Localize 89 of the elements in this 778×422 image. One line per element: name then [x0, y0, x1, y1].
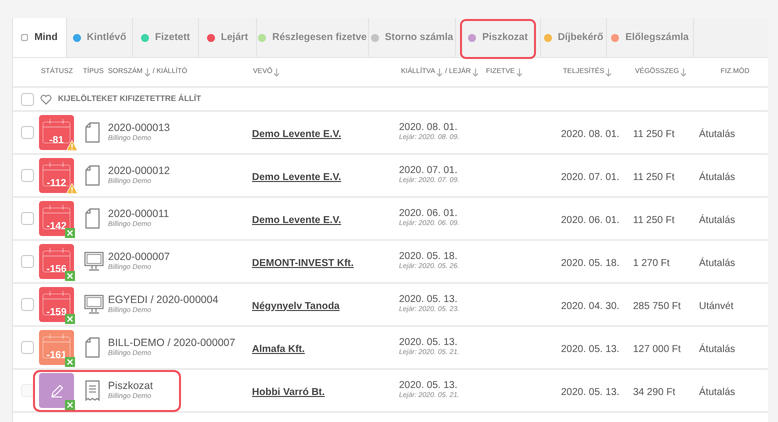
spreadsheet-icon	[65, 228, 75, 238]
calendar-icon	[42, 204, 71, 230]
tab[interactable]: Mind	[13, 18, 67, 57]
payment-method: Átutalás	[699, 172, 736, 182]
sort-arrow-icon	[273, 68, 280, 76]
total-amount: 11 250 Ft	[633, 128, 675, 140]
payment-method: Átutalás	[699, 214, 736, 226]
issue-date: 2020. 05. 13.	[399, 380, 458, 392]
issue-date: 2020. 05. 13.	[399, 336, 458, 348]
payment-method: Átutalás	[699, 258, 736, 268]
invoice-number: 2020-000012	[108, 164, 171, 178]
sort-arrow-icon	[680, 68, 687, 76]
spreadsheet-icon	[65, 400, 75, 410]
fulfillment-date: 2020. 04. 30.	[561, 300, 620, 312]
checkbox[interactable]	[20, 298, 34, 311]
tab[interactable]: Piszkozat	[456, 18, 541, 57]
buyer-link[interactable]: Demo Levente E.V.	[252, 172, 342, 182]
checkbox[interactable]	[20, 341, 34, 354]
total-amount: 285 750 Ft	[633, 300, 681, 312]
fulfillment-date: 2020. 05. 13.	[561, 386, 620, 398]
calendar-icon	[42, 118, 71, 144]
buyer-link[interactable]: Almafa Kft.	[252, 344, 305, 354]
checkbox[interactable]	[20, 169, 34, 182]
days-overdue: -81	[49, 134, 64, 148]
checkbox-icon	[21, 34, 28, 41]
buyer-link[interactable]: Demo Levente E.V.	[252, 214, 342, 226]
warning-icon	[66, 140, 78, 151]
sort-arrow-icon	[472, 68, 479, 76]
invoice-number: BILL-DEMO / 2020-000007	[108, 336, 236, 350]
tab[interactable]: Díjbekérő	[541, 18, 607, 57]
issue-date: 2020. 08. 01.	[399, 122, 458, 134]
payment-method: Utánvét	[699, 300, 734, 312]
tab[interactable]: Előlegszámla	[607, 18, 694, 57]
checkbox[interactable]	[21, 92, 34, 106]
fulfillment-date: 2020. 05. 18.	[561, 258, 620, 268]
tab[interactable]: Fizetett	[133, 18, 199, 57]
issue-date: 2020. 05. 13.	[399, 294, 458, 306]
days-overdue: -142	[46, 220, 66, 234]
total-amount: 1 270 Ft	[633, 258, 670, 268]
calendar-icon	[42, 161, 71, 187]
days-overdue: -159	[46, 306, 66, 320]
tab[interactable]: Részlegesen fizetve	[257, 18, 369, 57]
spreadsheet-icon	[65, 314, 75, 324]
issue-date: 2020. 05. 18.	[399, 250, 458, 262]
calendar-icon	[42, 333, 71, 359]
invoice-number: 2020-000013	[108, 122, 171, 134]
checkbox[interactable]	[20, 212, 34, 225]
buyer-link[interactable]: DEMONT-INVEST Kft.	[252, 258, 354, 268]
days-overdue: -156	[46, 263, 66, 277]
invoice-number: Piszkozat	[108, 380, 154, 392]
spreadsheet-icon	[65, 271, 75, 281]
tab[interactable]: Lejárt	[199, 18, 257, 57]
invoice-number: 2020-000007	[108, 250, 171, 264]
heart-icon	[40, 94, 52, 104]
total-amount: 11 250 Ft	[633, 214, 675, 226]
fulfillment-date: 2020. 08. 01.	[561, 128, 620, 140]
warning-icon	[66, 183, 78, 194]
tab[interactable]: Storno számla	[369, 18, 456, 57]
days-overdue: -161	[46, 349, 66, 363]
fulfillment-date: 2020. 06. 01.	[561, 214, 620, 226]
spreadsheet-icon	[65, 357, 75, 367]
payment-method: Átutalás	[699, 128, 736, 140]
buyer-link[interactable]: Demo Levente E.V.	[252, 128, 342, 140]
calendar-icon	[42, 290, 71, 316]
sort-arrow-icon	[436, 68, 444, 76]
checkbox[interactable]	[20, 126, 34, 139]
total-amount: 11 250 Ft	[633, 172, 675, 182]
invoice-number: EGYEDI / 2020-000004	[108, 294, 220, 306]
bulk-action-link[interactable]: KIJELÖLTEKET KIFIZETETTRE ÁLLÍT	[58, 93, 201, 105]
fulfillment-date: 2020. 05. 13.	[561, 344, 620, 354]
payment-method: Átutalás	[699, 386, 736, 398]
total-amount: 34 290 Ft	[633, 386, 676, 398]
fulfillment-date: 2020. 07. 01.	[561, 172, 620, 182]
sort-arrow-icon	[605, 68, 612, 76]
sort-arrow-icon	[516, 68, 523, 76]
issue-date: 2020. 07. 01.	[399, 164, 458, 176]
calendar-icon	[42, 247, 71, 273]
buyer-link[interactable]: Négynyelv Tanoda	[252, 300, 340, 312]
total-amount: 127 000 Ft	[633, 344, 681, 354]
checkbox[interactable]	[20, 255, 34, 268]
pencil-icon	[50, 384, 64, 398]
payment-method: Átutalás	[699, 344, 736, 354]
tab[interactable]: Kintlévő	[67, 18, 133, 57]
monitor-icon	[84, 294, 104, 315]
sort-arrow-icon	[144, 68, 151, 76]
invoice-number: 2020-000011	[108, 208, 170, 220]
issue-date: 2020. 06. 01.	[399, 208, 458, 220]
monitor-icon	[84, 251, 104, 272]
days-overdue: -112	[46, 177, 66, 191]
